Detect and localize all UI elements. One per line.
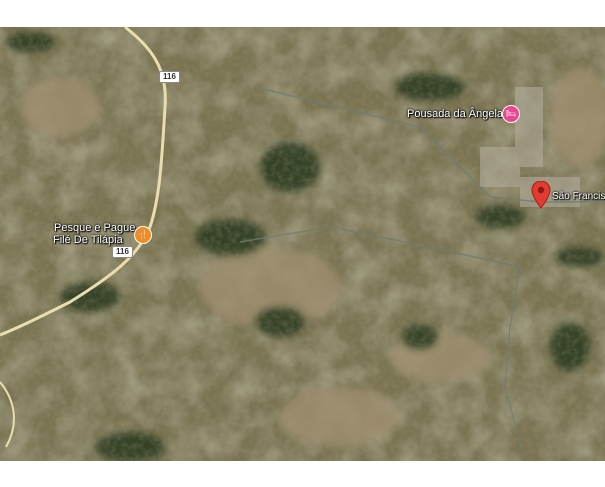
location-pin-icon[interactable] bbox=[531, 181, 551, 209]
road-shield: 116 bbox=[159, 71, 180, 83]
road-shield: 116 bbox=[112, 246, 133, 258]
place-label[interactable]: Pesque e Pague bbox=[54, 222, 135, 234]
fork-knife-icon[interactable]: 🍴 bbox=[134, 226, 152, 244]
hotel-bed-icon[interactable]: 🛏 bbox=[502, 105, 520, 123]
place-label[interactable]: Filé De Tilápia bbox=[53, 234, 123, 246]
satellite-map[interactable]: 116 116 Pousada da Ângela 🛏 Pesque e Pag… bbox=[0, 27, 605, 461]
place-label[interactable]: Pousada da Ângela bbox=[407, 108, 503, 120]
place-label[interactable]: São Francis bbox=[552, 191, 605, 203]
